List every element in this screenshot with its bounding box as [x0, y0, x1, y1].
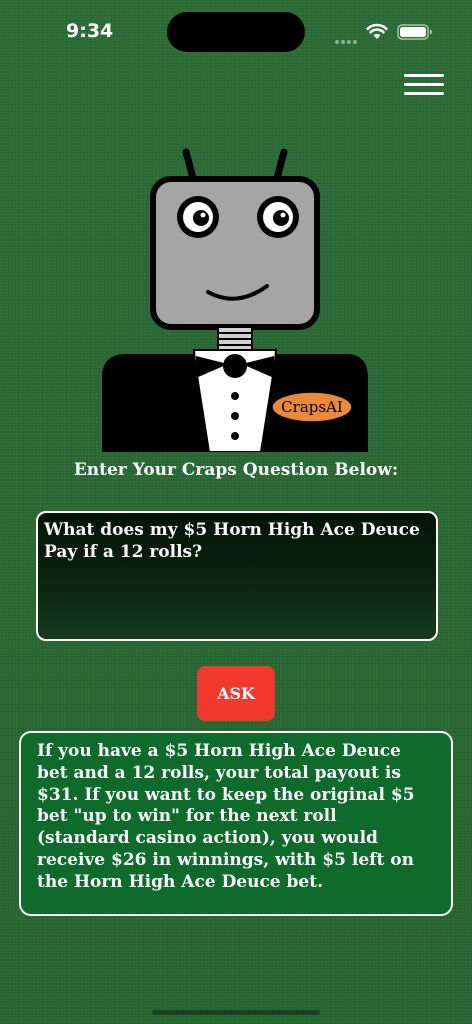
- ask-button[interactable]: ASK: [197, 666, 275, 721]
- status-time: 9:34: [66, 20, 114, 42]
- question-input[interactable]: What does my $5 Horn High Ace Deuce Pay …: [36, 511, 438, 641]
- signal-icon: [335, 29, 361, 44]
- question-prompt: Enter Your Craps Question Below:: [73, 460, 399, 480]
- hamburger-menu-icon[interactable]: [404, 72, 446, 98]
- cratsai-badge-text: CrapsAI: [281, 398, 343, 416]
- answer-box: If you have a $5 Horn High Ace Deuce bet…: [19, 731, 453, 916]
- wifi-icon: [366, 23, 388, 39]
- status-icons: [335, 22, 435, 44]
- status-bar: 9:34: [0, 0, 472, 64]
- battery-icon: [397, 24, 432, 40]
- home-indicator[interactable]: [152, 1010, 320, 1015]
- dynamic-island: [167, 12, 305, 52]
- robot-dealer-logo: CrapsAI: [102, 148, 368, 452]
